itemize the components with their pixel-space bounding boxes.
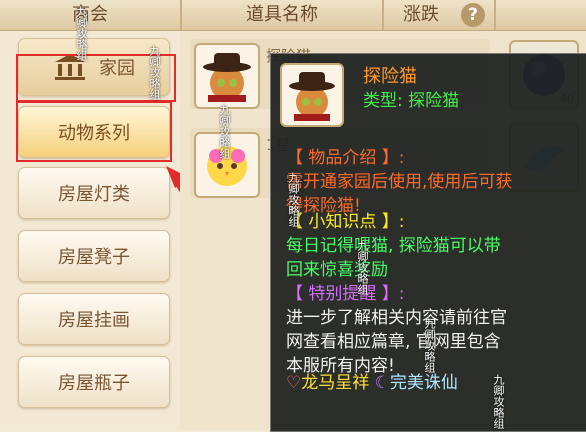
tooltip-tip-line: 每日记得喂猫, 探险猫可以带 — [286, 236, 501, 256]
help-icon[interactable]: ? — [461, 3, 485, 27]
watermark: 九卿攻略组 — [423, 318, 436, 373]
tooltip-notice-line: 网查看相应篇章, 官网里包含 — [286, 332, 501, 352]
sidebar-item-lamps[interactable]: 房屋灯类 — [18, 167, 170, 219]
tooltip-tip-line: 回来惊喜奖励 — [286, 260, 388, 280]
footer-badge-right: 完美诛仙 — [389, 373, 458, 393]
sidebar-item-label: 房屋灯类 — [58, 184, 130, 205]
highlight-box-animals — [16, 101, 172, 162]
footer-badge-left: 龙马呈祥 — [301, 373, 370, 393]
sidebar-item-label: 房屋瓶子 — [58, 373, 130, 394]
watermark: 九卿攻略组 — [287, 172, 300, 227]
tab-price-change[interactable]: 涨跌 — [384, 0, 458, 30]
explorer-cat-icon — [289, 72, 335, 121]
tooltip-section-tips: 【 小知识点 】: — [286, 212, 405, 232]
item-slot — [194, 43, 260, 109]
watermark: 九卿攻略组 — [356, 240, 369, 295]
sidebar-item-vases[interactable]: 房屋瓶子 — [18, 356, 170, 408]
watermark: 九卿攻略组 — [218, 104, 231, 159]
explorer-cat-icon — [203, 53, 251, 102]
watermark: 九卿攻略组 — [148, 45, 161, 100]
moon-icon: ☾ — [374, 373, 390, 393]
tab-category[interactable]: 商会 — [0, 0, 180, 30]
tooltip-section-notice: 【 特别提醒 】: — [286, 284, 405, 304]
tooltip-notice-line: 进一步了解相关内容请前往官 — [286, 308, 507, 328]
sidebar-item-label: 房屋凳子 — [58, 247, 130, 268]
tooltip-item-icon — [280, 63, 344, 127]
tooltip-type: 类型: 探险猫 — [363, 91, 460, 111]
sidebar-item-label: 房屋挂画 — [58, 310, 130, 331]
sidebar-item-paintings[interactable]: 房屋挂画 — [18, 293, 170, 345]
watermark: 九卿攻略组 — [492, 374, 505, 429]
tooltip-description-line: 需开通家园后使用,使用后可获 — [286, 172, 513, 192]
watermark: 九卿攻略组 — [75, 6, 88, 61]
header-divider — [494, 0, 496, 30]
heart-icon: ♡ — [286, 373, 302, 393]
tooltip-footer: ♡龙马呈祥 ☾完美诛仙 — [286, 371, 586, 395]
sidebar-item-stools[interactable]: 房屋凳子 — [18, 230, 170, 282]
tooltip-title: 探险猫 — [363, 66, 417, 87]
tab-item-name[interactable]: 道具名称 — [182, 0, 382, 30]
tooltip-section-description: 【 物品介绍 】: — [286, 148, 405, 168]
